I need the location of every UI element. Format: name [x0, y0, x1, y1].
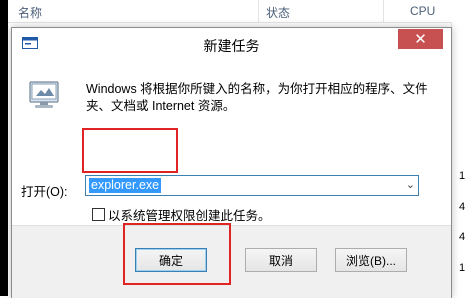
cpu-value: 4	[459, 201, 466, 213]
run-program-icon	[29, 81, 59, 108]
cancel-button[interactable]: 取消	[245, 248, 317, 272]
dialog-body: Windows 将根据你所键入的名称，为你打开相应的程序、文件夹、文档或 Int…	[12, 59, 451, 225]
open-combobox[interactable]: explorer.exe ⌄	[85, 175, 419, 196]
column-divider	[258, 0, 259, 22]
browse-button[interactable]: 浏览(B)...	[335, 248, 407, 272]
column-name[interactable]: 名称	[18, 4, 42, 21]
new-task-dialog: 新建任务 ✕ Windows 将根据你所键入的名称，为你打开相应的程序、文件夹、…	[11, 27, 452, 298]
column-divider	[383, 0, 384, 22]
cpu-value: 4	[459, 231, 466, 243]
dialog-titlebar[interactable]: 新建任务 ✕	[12, 28, 451, 59]
dialog-title: 新建任务	[203, 38, 260, 54]
admin-checkbox-label[interactable]: 以系统管理权限创建此任务。	[108, 205, 271, 224]
close-icon: ✕	[414, 31, 427, 48]
cpu-value: 1	[459, 262, 466, 274]
column-status[interactable]: 状态	[266, 4, 290, 21]
admin-privilege-option[interactable]: 以系统管理权限创建此任务。	[92, 205, 271, 224]
cpu-value: 1	[459, 170, 466, 182]
open-input-value[interactable]: explorer.exe	[89, 178, 162, 193]
cancel-button-label: 取消	[268, 253, 293, 268]
dialog-description: Windows 将根据你所键入的名称，为你打开相应的程序、文件夹、文档或 Int…	[86, 82, 428, 113]
chevron-down-icon[interactable]: ⌄	[406, 178, 415, 191]
admin-checkbox[interactable]	[92, 208, 105, 221]
left-edge	[0, 0, 8, 296]
highlight-input-annotation	[82, 128, 178, 173]
highlight-ok-annotation	[123, 223, 231, 285]
task-manager-list-edge	[451, 22, 468, 296]
browse-button-label: 浏览(B)...	[346, 253, 396, 268]
column-cpu[interactable]: CPU	[410, 4, 435, 18]
task-manager-header: 名称 状态 CPU	[8, 0, 468, 23]
open-label: 打开(O):	[21, 185, 68, 199]
close-button[interactable]: ✕	[398, 29, 443, 49]
